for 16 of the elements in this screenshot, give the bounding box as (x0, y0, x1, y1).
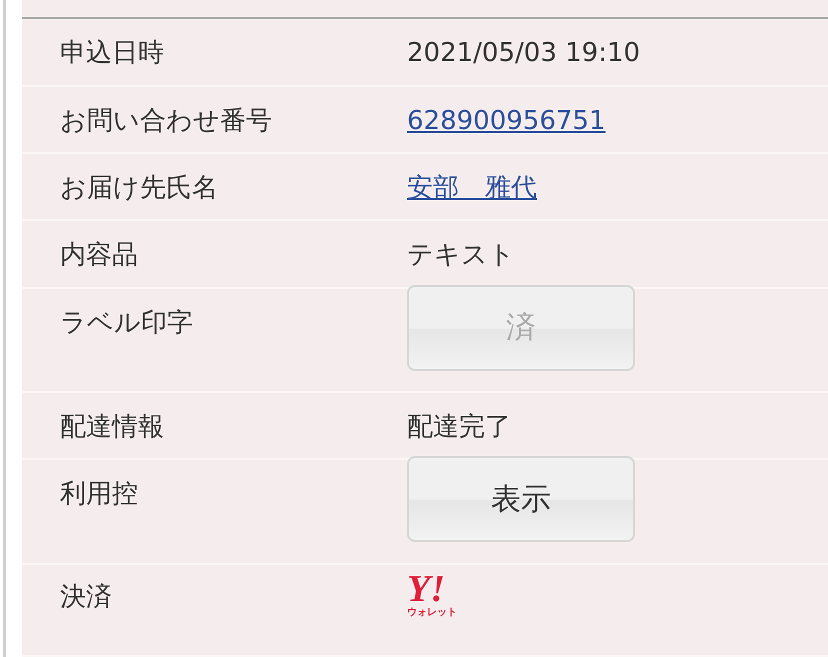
field-label: お問い合わせ番号 (59, 104, 273, 138)
field-label: ラベル印字 (59, 306, 194, 340)
show-button[interactable]: 表示 (407, 456, 635, 542)
field-value: 2021/05/03 19:10 (407, 38, 640, 68)
field-label: 決済 (59, 581, 113, 614)
field-label: 利用控 (59, 478, 139, 512)
wallet-logo: Y! (407, 571, 445, 608)
field-label: 申込日時 (59, 36, 165, 70)
field-label: お届け先氏名 (59, 172, 219, 205)
value-link[interactable]: 安部 雅代 (407, 172, 537, 203)
field-label: 内容品 (59, 238, 139, 272)
value-link[interactable]: 628900956751 (407, 106, 606, 136)
field-label: 配達情報 (59, 411, 165, 444)
field-value: 配達完了 (407, 412, 511, 442)
field-value: テキスト (407, 240, 515, 270)
logo-caption: ウォレット (407, 607, 457, 620)
